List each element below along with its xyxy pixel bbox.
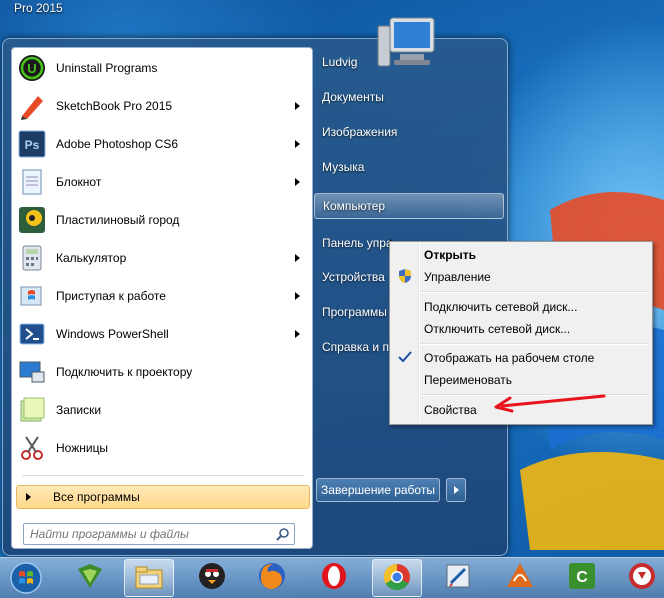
svg-text:Ps: Ps <box>25 138 40 152</box>
context-item-show-on-desktop[interactable]: Отображать на рабочем столе <box>424 348 594 368</box>
svg-text:U: U <box>27 61 36 76</box>
search-icon <box>276 528 289 541</box>
taskbar-app-button[interactable] <box>496 559 544 595</box>
program-label: Калькулятор <box>56 251 127 265</box>
program-label: Пластилиновый город <box>56 213 180 227</box>
context-item-rename[interactable]: Переименовать <box>424 370 512 390</box>
taskbar-app-button[interactable] <box>372 559 422 597</box>
program-label: Приступая к работе <box>56 289 166 303</box>
context-item-manage[interactable]: Управление <box>424 267 491 287</box>
submenu-arrow-icon[interactable] <box>295 292 300 300</box>
opera-icon <box>319 561 349 594</box>
programs-separator <box>22 475 304 476</box>
program-item[interactable]: Пластилиновый город <box>14 202 310 238</box>
search-box[interactable] <box>23 523 295 545</box>
sketchbook-icon <box>16 90 48 122</box>
annotation-arrow <box>494 394 606 413</box>
snipping-tool-icon <box>16 432 48 464</box>
all-programs-button[interactable]: Все программы <box>16 485 310 509</box>
recorder-icon <box>627 561 657 594</box>
start-menu-link[interactable]: Ludvig <box>318 47 502 77</box>
desktop-icon-label[interactable]: Pro 2015 <box>14 1 63 15</box>
start-orb[interactable] <box>4 560 48 596</box>
taskbar-app-button[interactable] <box>310 559 358 595</box>
calculator-icon <box>16 242 48 274</box>
taskbar-app-button[interactable] <box>618 559 664 595</box>
taskbar-app-button[interactable] <box>434 559 482 595</box>
angry-birds-icon <box>197 561 227 594</box>
projector-icon <box>16 356 48 388</box>
program-label: Uninstall Programs <box>56 61 158 75</box>
program-item[interactable]: Подключить к проектору <box>14 354 310 390</box>
sticky-notes-icon <box>16 394 48 426</box>
firefox-icon <box>257 561 287 594</box>
antivirus-icon <box>75 561 105 594</box>
context-item-disconnect-drive[interactable]: Отключить сетевой диск... <box>424 319 570 339</box>
all-programs-label: Все программы <box>53 490 140 504</box>
svg-text:C: C <box>576 569 588 586</box>
start-menu-link[interactable]: Музыка <box>318 152 502 182</box>
program-label: Adobe Photoshop CS6 <box>56 137 179 151</box>
program-label: Подключить к проектору <box>56 365 193 379</box>
explorer-icon <box>133 562 165 595</box>
program-label: Блокнот <box>56 175 102 189</box>
program-label: SketchBook Pro 2015 <box>56 99 173 113</box>
taskbar-app-button[interactable] <box>124 559 174 597</box>
shield-icon <box>399 269 411 283</box>
submenu-arrow-icon[interactable] <box>295 140 300 148</box>
start-menu-link[interactable]: Изображения <box>318 117 502 147</box>
context-item-properties[interactable]: Свойства <box>424 400 477 420</box>
uninstall-icon: U <box>16 52 48 84</box>
submenu-arrow-icon[interactable] <box>295 330 300 338</box>
program-item[interactable]: Приступая к работе <box>14 278 310 314</box>
program-item[interactable]: Ножницы <box>14 430 310 466</box>
submenu-arrow-icon[interactable] <box>295 102 300 110</box>
context-item-map-drive[interactable]: Подключить сетевой диск... <box>424 297 577 317</box>
powershell-icon <box>16 318 48 350</box>
checkmark-icon <box>398 351 412 363</box>
camtasia-icon: C <box>567 561 597 594</box>
program-item[interactable]: Записки <box>14 392 310 428</box>
program-label: Windows PowerShell <box>56 327 169 341</box>
program-item[interactable]: U Uninstall Programs <box>14 50 310 86</box>
program-label: Ножницы <box>56 441 109 455</box>
context-item-open[interactable]: Открыть <box>424 245 476 265</box>
taskbar-app-button[interactable] <box>188 559 236 595</box>
photoshop-icon: Ps <box>16 128 48 160</box>
flash-icon <box>505 561 535 594</box>
chrome-icon <box>382 562 412 595</box>
context-separator <box>420 343 648 345</box>
program-item[interactable]: SketchBook Pro 2015 <box>14 88 310 124</box>
start-menu-programs-pane: U Uninstall Programs SketchBook Pro 2015 Ps… <box>11 47 313 549</box>
program-item[interactable]: Ps Adobe Photoshop CS6 <box>14 126 310 162</box>
getting-started-icon <box>16 280 48 312</box>
program-item[interactable]: Блокнот <box>14 164 310 200</box>
program-label: Записки <box>56 403 102 417</box>
taskbar-app-button[interactable] <box>66 559 114 595</box>
search-input[interactable] <box>24 526 276 542</box>
context-separator <box>420 291 648 293</box>
taskbar-app-button[interactable]: C <box>558 559 606 595</box>
notepad-icon <box>16 166 48 198</box>
taskbar-app-button[interactable] <box>248 559 296 595</box>
plasticine-city-icon <box>16 204 48 236</box>
start-menu-link[interactable]: Документы <box>318 82 502 112</box>
paint-icon <box>443 561 473 594</box>
submenu-arrow-icon[interactable] <box>295 178 300 186</box>
shutdown-button[interactable]: Завершение работы <box>316 478 440 502</box>
program-item[interactable]: Калькулятор <box>14 240 310 276</box>
program-item[interactable]: Windows PowerShell <box>14 316 310 352</box>
chevron-right-icon <box>453 486 459 494</box>
shutdown-options-button[interactable] <box>446 478 466 502</box>
submenu-arrow-icon[interactable] <box>295 254 300 262</box>
start-menu-link[interactable]: Компьютер <box>314 193 504 219</box>
triangle-right-icon <box>26 493 31 501</box>
